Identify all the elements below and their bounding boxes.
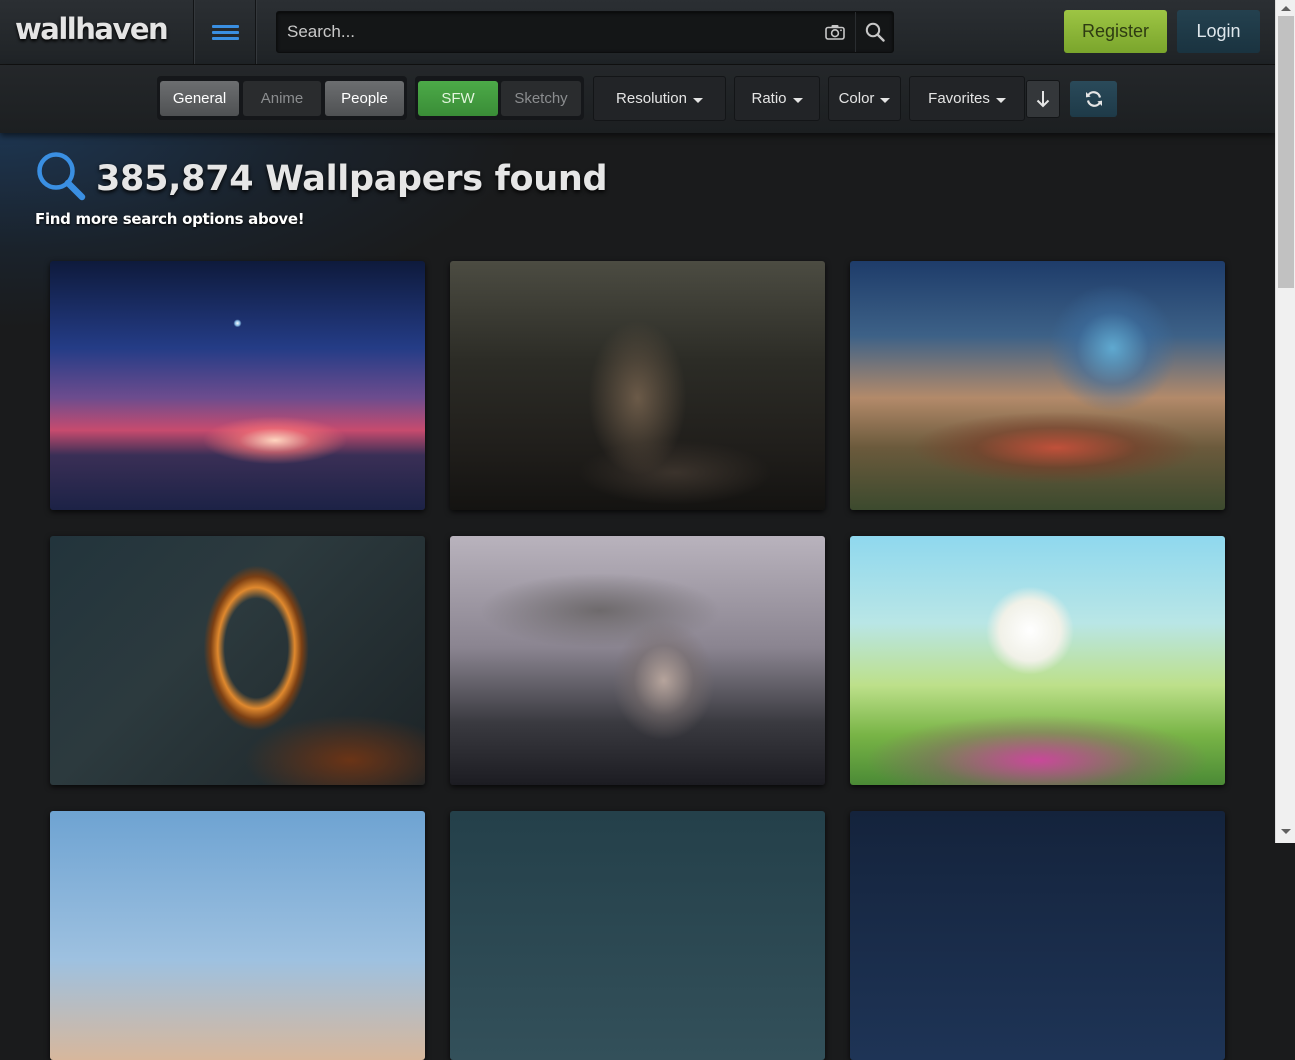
category-people-toggle[interactable]: People — [325, 81, 404, 116]
camera-icon[interactable] — [817, 12, 853, 52]
resolution-dropdown[interactable]: Resolution — [593, 76, 726, 121]
caret-down-icon — [880, 97, 891, 103]
refresh-icon[interactable] — [1070, 81, 1117, 117]
scroll-up-arrow-icon[interactable] — [1281, 6, 1291, 11]
search-input[interactable] — [277, 12, 807, 52]
search-bar — [276, 11, 894, 53]
header-divider — [193, 0, 194, 64]
wallpaper-thumbnail[interactable] — [50, 811, 425, 1060]
arrow-down-icon[interactable] — [1026, 80, 1060, 118]
wallpaper-thumbnail[interactable] — [850, 261, 1225, 510]
login-button[interactable]: Login — [1177, 10, 1260, 53]
category-anime-toggle[interactable]: Anime — [243, 81, 321, 116]
caret-down-icon — [995, 97, 1006, 103]
top-navigation-bar: wallhaven Register Login — [0, 0, 1275, 65]
ratio-dropdown[interactable]: Ratio — [734, 76, 820, 121]
wallpaper-thumbnail[interactable] — [850, 811, 1225, 1060]
caret-down-icon — [692, 97, 703, 103]
register-button[interactable]: Register — [1064, 10, 1167, 53]
purity-sfw-toggle[interactable]: SFW — [418, 81, 498, 116]
results-count-heading: 385,874 Wallpapers found — [96, 159, 608, 199]
wallpaper-thumbnail[interactable] — [450, 536, 825, 785]
page-scrollbar[interactable] — [1275, 0, 1295, 843]
scrollbar-thumb[interactable] — [1278, 16, 1294, 288]
search-icon[interactable] — [855, 12, 894, 52]
wallpaper-thumbnail[interactable] — [450, 261, 825, 510]
sort-dropdown[interactable]: Favorites — [909, 76, 1025, 121]
ratio-label: Ratio — [751, 90, 787, 107]
resolution-label: Resolution — [616, 90, 687, 107]
header-divider — [255, 0, 256, 64]
color-dropdown[interactable]: Color — [828, 76, 901, 121]
wallpaper-thumbnail[interactable] — [450, 811, 825, 1060]
category-general-toggle[interactable]: General — [160, 81, 239, 116]
caret-down-icon — [792, 97, 803, 103]
wallpaper-thumbnail[interactable] — [850, 536, 1225, 785]
search-filter-bar: General Anime People SFW Sketchy Resolut… — [0, 65, 1275, 133]
scroll-down-arrow-icon[interactable] — [1281, 829, 1291, 834]
wallpaper-thumbnail[interactable] — [50, 536, 425, 785]
color-label: Color — [838, 90, 875, 107]
sort-label: Favorites — [928, 90, 990, 107]
wallpaper-thumbnail[interactable] — [50, 261, 425, 510]
results-subtitle: Find more search options above! — [35, 210, 305, 228]
purity-sketchy-toggle[interactable]: Sketchy — [501, 81, 581, 116]
site-logo[interactable]: wallhaven — [15, 12, 169, 46]
search-icon — [35, 150, 87, 207]
hamburger-icon[interactable] — [196, 0, 254, 64]
